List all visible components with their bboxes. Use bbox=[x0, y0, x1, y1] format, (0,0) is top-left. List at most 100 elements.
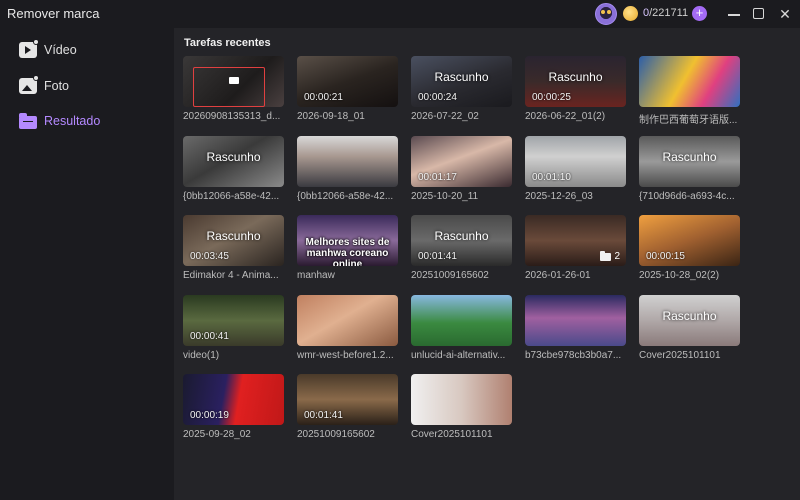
duration-label: 00:00:19 bbox=[190, 410, 229, 421]
section-title: Tarefas recentes bbox=[184, 37, 271, 49]
task-caption: 2026-07-22_02 bbox=[411, 111, 479, 122]
task-card[interactable]: 00:00:21 2026-09-18_01 bbox=[297, 56, 398, 124]
task-thumbnail[interactable]: Rascunho 00:03:45 bbox=[183, 215, 284, 266]
folder-icon bbox=[229, 77, 239, 84]
task-caption: unlucid-ai-alternativ... bbox=[411, 349, 506, 361]
task-card[interactable]: 00:01:10 2025-12-26_03 bbox=[525, 135, 626, 204]
task-card[interactable]: 20260908135313_d... bbox=[183, 56, 284, 124]
task-thumbnail[interactable] bbox=[183, 56, 284, 107]
task-caption: 20251009165602 bbox=[411, 270, 489, 281]
task-caption: Edimakor 4 - Anima... bbox=[183, 270, 279, 281]
task-thumbnail[interactable] bbox=[411, 374, 512, 425]
task-caption: {0bb12066-a58e-42... bbox=[183, 190, 280, 202]
task-caption: {710d96d6-a693-4c... bbox=[639, 190, 735, 202]
task-thumbnail[interactable]: Rascunho bbox=[639, 294, 740, 346]
main-panel: Tarefas recentes 20260908135313_d... 00:0… bbox=[174, 28, 800, 500]
task-thumbnail[interactable]: 00:01:10 bbox=[525, 135, 626, 187]
duration-label: 00:01:17 bbox=[418, 171, 457, 183]
task-card[interactable]: 00:00:15 2025-10-28_02(2) bbox=[639, 215, 740, 283]
task-caption: 2025-12-26_03 bbox=[525, 190, 593, 202]
task-card[interactable]: wmr-west-before1.2... bbox=[297, 294, 398, 363]
duration-label: 00:01:41 bbox=[304, 410, 343, 421]
video-icon bbox=[19, 39, 39, 58]
task-caption: 20260908135313_d... bbox=[183, 111, 281, 122]
task-card[interactable]: Rascunho {0bb12066-a58e-42... bbox=[183, 135, 284, 204]
task-thumbnail[interactable] bbox=[297, 135, 398, 187]
thumbnail-overlay-text: Melhores sites de manhwa coreano online bbox=[305, 237, 390, 266]
sidebar: Vídeo Foto Resultado bbox=[0, 28, 174, 500]
minimize-icon bbox=[728, 14, 740, 16]
task-card[interactable]: Rascunho 00:00:25 2026-06-22_01(2) bbox=[525, 56, 626, 124]
app-title: Remover marca bbox=[7, 6, 100, 21]
draft-label: Rascunho bbox=[662, 308, 717, 323]
task-caption: 2026-06-22_01(2) bbox=[525, 111, 606, 122]
draft-label: Rascunho bbox=[206, 229, 261, 243]
sidebar-item-video[interactable]: Vídeo bbox=[0, 35, 174, 65]
task-thumbnail[interactable] bbox=[525, 294, 626, 346]
task-thumbnail[interactable] bbox=[639, 56, 740, 107]
task-card[interactable]: Rascunho Cover2025101101 bbox=[639, 294, 740, 363]
duration-label: 00:01:10 bbox=[532, 171, 571, 183]
task-caption: b73cbe978cb3b0a7... bbox=[525, 349, 622, 361]
task-thumbnail[interactable]: 00:00:21 bbox=[297, 56, 398, 107]
task-card[interactable]: b73cbe978cb3b0a7... bbox=[525, 294, 626, 363]
task-card[interactable]: 00:00:41 video(1) bbox=[183, 294, 284, 363]
task-thumbnail[interactable]: Rascunho 00:00:25 bbox=[525, 56, 626, 107]
task-caption: 2025-10-28_02(2) bbox=[639, 270, 720, 281]
task-card[interactable]: 制作巴西葡萄牙语版... bbox=[639, 56, 740, 126]
task-caption: 制作巴西葡萄牙语版... bbox=[639, 115, 738, 126]
task-caption: 2025-10-20_11 bbox=[411, 190, 479, 202]
draft-label: Rascunho bbox=[662, 149, 717, 164]
task-card[interactable]: 00:01:17 2025-10-20_11 bbox=[411, 135, 512, 204]
task-caption: {0bb12066-a58e-42... bbox=[297, 190, 394, 202]
coin-icon bbox=[623, 6, 638, 21]
task-card[interactable]: Cover2025101101 bbox=[411, 374, 512, 442]
task-caption: manhaw bbox=[297, 270, 335, 281]
task-card[interactable]: {0bb12066-a58e-42... bbox=[297, 135, 398, 204]
task-thumbnail[interactable]: 00:01:17 bbox=[411, 135, 512, 187]
task-thumbnail[interactable] bbox=[297, 294, 398, 346]
task-thumbnail[interactable]: Rascunho bbox=[183, 135, 284, 187]
task-thumbnail[interactable]: Melhores sites de manhwa coreano online bbox=[297, 215, 398, 266]
task-caption: 2026-01-26-01 bbox=[525, 270, 591, 281]
task-caption: video(1) bbox=[183, 349, 220, 361]
maximize-button[interactable] bbox=[749, 4, 769, 24]
minimize-button[interactable] bbox=[724, 4, 744, 24]
maximize-icon bbox=[753, 8, 764, 19]
task-card[interactable]: Melhores sites de manhwa coreano online m… bbox=[297, 215, 398, 283]
task-thumbnail[interactable]: 00:01:41 bbox=[297, 374, 398, 425]
add-credits-button[interactable]: + bbox=[692, 6, 707, 21]
selection-frame bbox=[193, 67, 265, 107]
task-thumbnail[interactable]: 00:00:15 bbox=[639, 215, 740, 266]
task-thumbnail[interactable]: 00:00:41 bbox=[183, 294, 284, 346]
photo-icon bbox=[19, 75, 39, 94]
task-thumbnail[interactable]: 2 bbox=[525, 215, 626, 266]
task-caption: Cover2025101101 bbox=[639, 349, 721, 361]
task-card[interactable]: Rascunho 00:01:41 20251009165602 bbox=[411, 215, 512, 283]
user-avatar[interactable] bbox=[595, 3, 617, 25]
task-card[interactable]: Rascunho 00:00:24 2026-07-22_02 bbox=[411, 56, 512, 124]
sidebar-item-resultado[interactable]: Resultado bbox=[0, 106, 174, 136]
task-thumbnail[interactable]: 00:00:19 bbox=[183, 374, 284, 425]
task-caption: Cover2025101101 bbox=[411, 429, 493, 440]
task-card[interactable]: unlucid-ai-alternativ... bbox=[411, 294, 512, 363]
task-card[interactable]: 00:01:41 20251009165602 bbox=[297, 374, 398, 442]
sidebar-item-foto[interactable]: Foto bbox=[0, 71, 174, 101]
duration-label: 00:00:24 bbox=[418, 92, 457, 103]
task-card[interactable]: Rascunho {710d96d6-a693-4c... bbox=[639, 135, 740, 204]
duration-label: 00:00:15 bbox=[646, 251, 685, 262]
close-button[interactable]: ✕ bbox=[775, 4, 795, 24]
draft-label: Rascunho bbox=[434, 70, 489, 84]
task-caption: 20251009165602 bbox=[297, 429, 375, 440]
folder-count-badge: 2 bbox=[600, 250, 620, 262]
folder-icon bbox=[600, 250, 612, 261]
task-card[interactable]: Rascunho 00:03:45 Edimakor 4 - Anima... bbox=[183, 215, 284, 283]
duration-label: 00:00:41 bbox=[190, 330, 229, 342]
task-thumbnail[interactable] bbox=[411, 294, 512, 346]
task-thumbnail[interactable]: Rascunho 00:01:41 bbox=[411, 215, 512, 266]
task-card[interactable]: 2 2026-01-26-01 bbox=[525, 215, 626, 283]
duration-label: 00:00:21 bbox=[304, 92, 343, 103]
task-thumbnail[interactable]: Rascunho bbox=[639, 135, 740, 187]
task-card[interactable]: 00:00:19 2025-09-28_02 bbox=[183, 374, 284, 442]
task-thumbnail[interactable]: Rascunho 00:00:24 bbox=[411, 56, 512, 107]
